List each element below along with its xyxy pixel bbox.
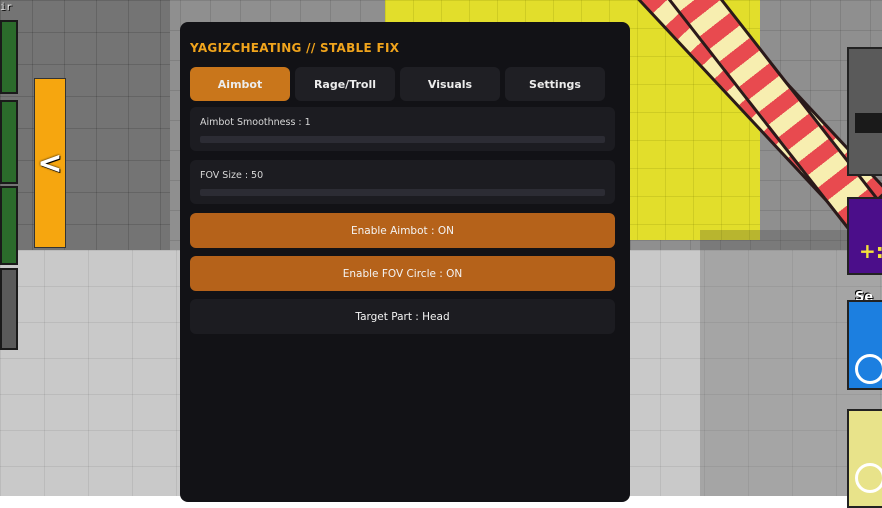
aimbot-smoothness-slider[interactable]: Aimbot Smoothness : 1 — [190, 107, 615, 151]
purple-badge-text: +: — [859, 239, 882, 263]
slider-label: Aimbot Smoothness : 1 — [200, 117, 311, 128]
corner-label: ir — [0, 2, 13, 13]
tab-rage-troll[interactable]: Rage/Troll — [295, 67, 395, 101]
collapse-tab-arrow[interactable]: < — [34, 78, 66, 248]
tab-bar: Aimbot Rage/Troll Visuals Settings — [190, 67, 615, 101]
hotbar-slot-4[interactable] — [0, 268, 18, 350]
cheat-menu-panel: YAGIZCHEATING // STABLE FIX Aimbot Rage/… — [180, 22, 630, 502]
tab-visuals[interactable]: Visuals — [400, 67, 500, 101]
enable-aimbot-toggle[interactable]: Enable Aimbot : ON — [190, 213, 615, 248]
hotbar-slot-1[interactable] — [0, 20, 18, 94]
side-panel-slot — [855, 113, 882, 133]
hotbar-slot-3[interactable] — [0, 186, 18, 265]
target-part-selector[interactable]: Target Part : Head — [190, 299, 615, 334]
tab-aimbot[interactable]: Aimbot — [190, 67, 290, 101]
purple-badge[interactable]: +: — [847, 197, 882, 275]
slider-track[interactable] — [200, 189, 605, 196]
side-panel-top[interactable] — [847, 47, 882, 176]
fov-size-slider[interactable]: FOV Size : 50 — [190, 160, 615, 204]
slider-label: FOV Size : 50 — [200, 170, 264, 181]
enable-fov-circle-toggle[interactable]: Enable FOV Circle : ON — [190, 256, 615, 291]
hotbar-slot-2[interactable] — [0, 100, 18, 184]
background-wall-shadow — [0, 0, 170, 270]
robux-button-blue[interactable] — [847, 300, 882, 390]
tab-settings[interactable]: Settings — [505, 67, 605, 101]
robux-button-yellow[interactable] — [847, 409, 882, 508]
robux-icon — [855, 463, 882, 493]
panel-title: YAGIZCHEATING // STABLE FIX — [190, 41, 400, 55]
slider-track[interactable] — [200, 136, 605, 143]
chevron-left-icon: < — [37, 145, 63, 181]
robux-icon — [855, 354, 882, 384]
